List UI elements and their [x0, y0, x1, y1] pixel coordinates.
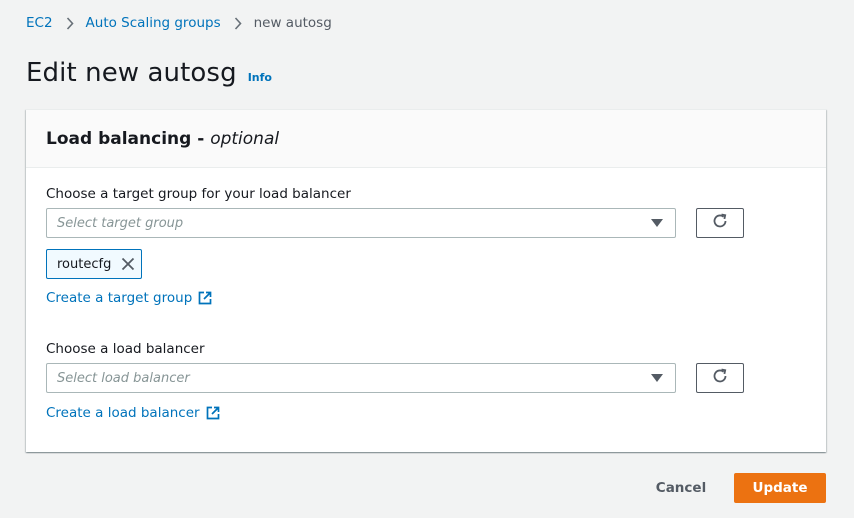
- create-target-group-label: Create a target group: [46, 290, 193, 306]
- close-icon[interactable]: [121, 257, 135, 271]
- load-balancing-panel: Load balancing - optional Choose a targe…: [26, 109, 826, 452]
- create-load-balancer-link[interactable]: Create a load balancer: [46, 405, 220, 421]
- token-label: routecfg: [57, 256, 112, 272]
- target-group-token: routecfg: [46, 249, 143, 279]
- panel-title: Load balancing - optional: [46, 129, 826, 149]
- external-link-icon: [206, 406, 220, 420]
- target-group-label: Choose a target group for your load bala…: [46, 186, 351, 202]
- caret-down-icon: [651, 219, 663, 227]
- panel-title-main: Load balancing -: [46, 129, 211, 149]
- page-header: Edit new autosg Info: [26, 58, 272, 88]
- create-target-group-link[interactable]: Create a target group: [46, 290, 212, 306]
- info-link[interactable]: Info: [248, 71, 272, 84]
- target-group-select[interactable]: Select target group: [46, 208, 676, 238]
- chevron-right-icon: [234, 16, 242, 30]
- cancel-button[interactable]: Cancel: [641, 473, 721, 503]
- chevron-right-icon: [66, 16, 74, 30]
- create-load-balancer-label: Create a load balancer: [46, 405, 200, 421]
- page-title: Edit new autosg: [26, 58, 237, 88]
- load-balancer-label: Choose a load balancer: [46, 341, 205, 357]
- load-balancer-placeholder: Select load balancer: [57, 370, 190, 386]
- load-balancer-select[interactable]: Select load balancer: [46, 363, 676, 393]
- external-link-icon: [198, 291, 212, 305]
- target-group-placeholder: Select target group: [57, 215, 184, 231]
- breadcrumb: EC2 Auto Scaling groups new autosg: [26, 14, 332, 32]
- refresh-icon: [711, 367, 729, 389]
- refresh-icon: [711, 212, 729, 234]
- panel-title-optional: optional: [210, 129, 280, 149]
- panel-header: Load balancing - optional: [26, 110, 826, 168]
- load-balancer-refresh-button[interactable]: [696, 363, 744, 393]
- breadcrumb-auto-scaling-groups[interactable]: Auto Scaling groups: [86, 15, 221, 31]
- breadcrumb-current: new autosg: [253, 15, 332, 31]
- target-group-refresh-button[interactable]: [696, 208, 744, 238]
- breadcrumb-ec2[interactable]: EC2: [26, 15, 53, 31]
- caret-down-icon: [651, 374, 663, 382]
- update-button[interactable]: Update: [734, 473, 826, 503]
